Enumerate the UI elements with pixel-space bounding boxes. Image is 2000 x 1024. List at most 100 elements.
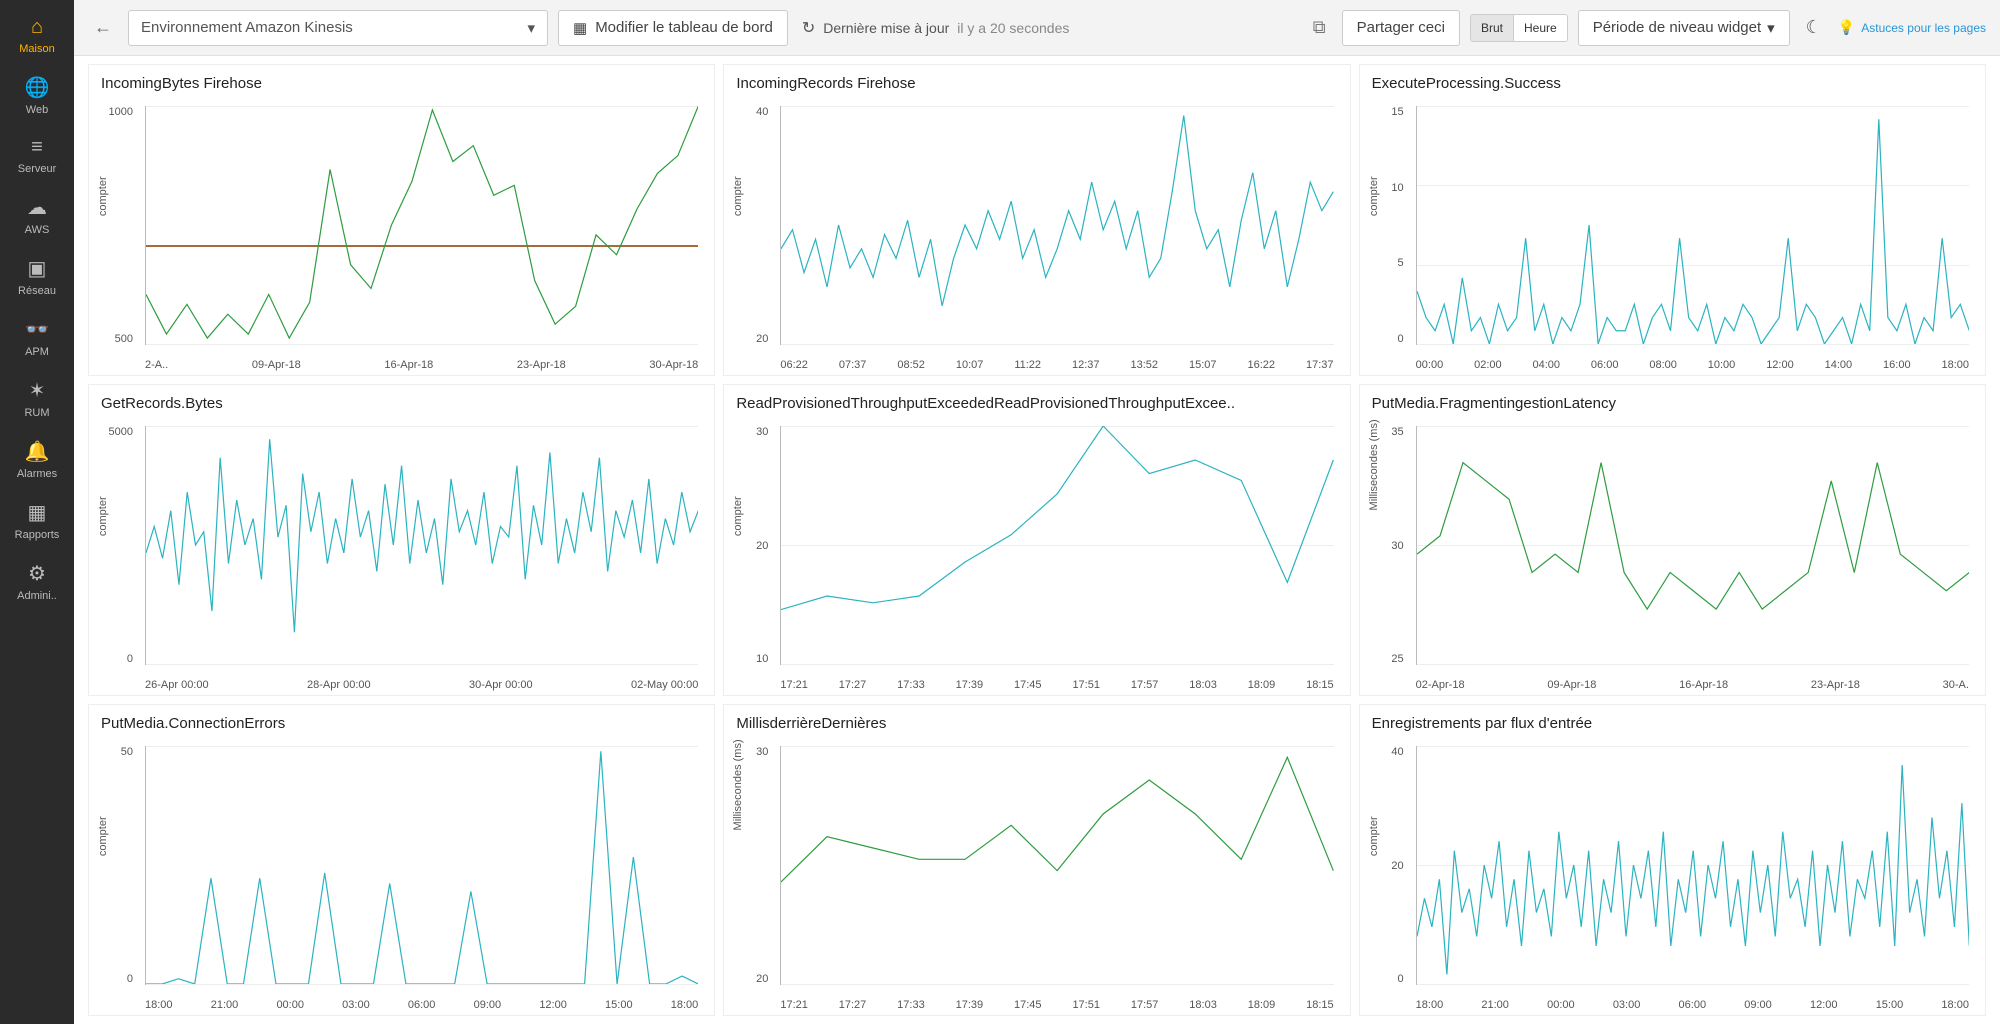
nav-admin[interactable]: ⚙ Admini.. bbox=[0, 551, 74, 612]
plot bbox=[780, 746, 1333, 985]
reports-icon: ▦ bbox=[0, 500, 74, 525]
main: ← Environnement Amazon Kinesis ▾ ▦ Modif… bbox=[74, 0, 2000, 1024]
nav-label: Rapports bbox=[15, 529, 60, 541]
plot bbox=[1416, 746, 1969, 985]
chart-area: compter10005002-A..09-Apr-1816-Apr-1823-… bbox=[89, 96, 714, 375]
period-label: Période de niveau widget bbox=[1593, 19, 1761, 36]
series-svg bbox=[1417, 746, 1969, 984]
environment-label: Environnement Amazon Kinesis bbox=[141, 19, 353, 36]
x-ticks: 02-Apr-1809-Apr-1816-Apr-1823-Apr-1830-A… bbox=[1416, 679, 1969, 691]
chart-area: compter402006:2207:3708:5210:0711:2212:3… bbox=[724, 96, 1349, 375]
sidebar: ⌂Maison 🌐Web ≡Serveur ☁AWS ▣Réseau 👓APM … bbox=[0, 0, 74, 1024]
x-ticks: 18:0021:0000:0003:0006:0009:0012:0015:00… bbox=[145, 999, 698, 1011]
y-ticks: 3020 bbox=[724, 746, 772, 985]
nav-server[interactable]: ≡Serveur bbox=[0, 126, 74, 185]
widget-title: PutMedia.FragmentingestionLatency bbox=[1360, 385, 1985, 416]
aws-icon: ☁ bbox=[0, 195, 74, 220]
plot bbox=[780, 426, 1333, 665]
y-ticks: 50000 bbox=[89, 426, 137, 665]
hint-label: Astuces pour les pages bbox=[1861, 21, 1986, 35]
raw-button[interactable]: Brut bbox=[1471, 15, 1514, 41]
plot bbox=[1416, 426, 1969, 665]
chart-area: compter50018:0021:0000:0003:0006:0009:00… bbox=[89, 736, 714, 1015]
topbar: ← Environnement Amazon Kinesis ▾ ▦ Modif… bbox=[74, 0, 2000, 56]
nav-label: AWS bbox=[25, 224, 50, 236]
globe-icon: 🌐 bbox=[0, 75, 74, 100]
series-svg bbox=[1417, 426, 1969, 664]
x-ticks: 26-Apr 00:0028-Apr 00:0030-Apr 00:0002-M… bbox=[145, 679, 698, 691]
share-button[interactable]: Partager ceci bbox=[1342, 10, 1460, 46]
y-ticks: 40200 bbox=[1360, 746, 1408, 985]
y-ticks: 353025 bbox=[1360, 426, 1408, 665]
nav-alarms[interactable]: 🔔Alarmes bbox=[0, 429, 74, 490]
plot bbox=[1416, 106, 1969, 345]
nav-label: RUM bbox=[24, 407, 49, 419]
refresh-label: Dernière mise à jour bbox=[823, 20, 949, 36]
nav-label: Réseau bbox=[18, 285, 56, 297]
nav-home[interactable]: ⌂Maison bbox=[0, 6, 74, 65]
chart-area: compter30201017:2117:2717:3317:3917:4517… bbox=[724, 416, 1349, 695]
series-svg bbox=[781, 426, 1333, 664]
back-button[interactable]: ← bbox=[88, 13, 118, 42]
chart-widget[interactable]: ReadProvisionedThroughputExceededReadPro… bbox=[723, 384, 1350, 696]
dark-mode-icon[interactable]: ☾ bbox=[1800, 17, 1828, 38]
nav-web[interactable]: 🌐 Web bbox=[0, 65, 74, 126]
modify-dashboard-button[interactable]: ▦ Modifier le tableau de bord bbox=[558, 10, 788, 46]
chart-widget[interactable]: ExecuteProcessing.Successcompter15105000… bbox=[1359, 64, 1986, 376]
chart-widget[interactable]: PutMedia.FragmentingestionLatencyMillise… bbox=[1359, 384, 1986, 696]
series-svg bbox=[146, 426, 698, 664]
plot bbox=[145, 426, 698, 665]
x-ticks: 06:2207:3708:5210:0711:2212:3713:5215:07… bbox=[780, 359, 1333, 371]
share-label: Partager ceci bbox=[1357, 19, 1445, 36]
widget-period-select[interactable]: Période de niveau widget ▾ bbox=[1578, 10, 1790, 46]
y-ticks: 1000500 bbox=[89, 106, 137, 345]
chart-area: compter4020018:0021:0000:0003:0006:0009:… bbox=[1360, 736, 1985, 1015]
chart-widget[interactable]: IncomingRecords Firehosecompter402006:22… bbox=[723, 64, 1350, 376]
widget-title: PutMedia.ConnectionErrors bbox=[89, 705, 714, 736]
environment-select[interactable]: Environnement Amazon Kinesis ▾ bbox=[128, 10, 548, 46]
chevron-down-icon: ▾ bbox=[1767, 19, 1775, 37]
widget-title: IncomingBytes Firehose bbox=[89, 65, 714, 96]
chart-widget[interactable]: Enregistrements par flux d'entréecompter… bbox=[1359, 704, 1986, 1016]
series-svg bbox=[146, 106, 698, 344]
network-icon: ▣ bbox=[0, 256, 74, 281]
nav-rum[interactable]: ✶RUM bbox=[0, 368, 74, 429]
lightbulb-icon: 💡 bbox=[1838, 19, 1855, 36]
nav-label: APM bbox=[25, 346, 49, 358]
nav-reports[interactable]: ▦ Rapports bbox=[0, 490, 74, 551]
chart-area: compter15105000:0002:0004:0006:0008:0010… bbox=[1360, 96, 1985, 375]
y-ticks: 4020 bbox=[724, 106, 772, 345]
nav-apm[interactable]: 👓APM bbox=[0, 307, 74, 368]
y-ticks: 151050 bbox=[1360, 106, 1408, 345]
chart-widget[interactable]: IncomingBytes Firehosecompter10005002-A.… bbox=[88, 64, 715, 376]
x-ticks: 2-A..09-Apr-1816-Apr-1823-Apr-1830-Apr-1… bbox=[145, 359, 698, 371]
dashboard-grid: IncomingBytes Firehosecompter10005002-A.… bbox=[74, 56, 2000, 1024]
chart-widget[interactable]: MillisderrièreDernièresMillisecondes (ms… bbox=[723, 704, 1350, 1016]
nav-aws[interactable]: ☁ AWS bbox=[0, 185, 74, 246]
gear-icon: ⚙ bbox=[0, 561, 74, 586]
hour-button[interactable]: Heure bbox=[1514, 15, 1567, 41]
refresh-status: ↻ Dernière mise à jour il y a 20 seconde… bbox=[802, 18, 1070, 38]
widget-title: ReadProvisionedThroughputExceededReadPro… bbox=[724, 385, 1349, 416]
plot bbox=[145, 746, 698, 985]
refresh-time: il y a 20 secondes bbox=[957, 20, 1069, 36]
nav-label: Web bbox=[26, 104, 48, 116]
chart-widget[interactable]: GetRecords.Bytescompter5000026-Apr 00:00… bbox=[88, 384, 715, 696]
nav-label: Serveur bbox=[18, 163, 57, 175]
nav-label: Maison bbox=[19, 43, 54, 55]
chart-area: Millisecondes (ms)302017:2117:2717:3317:… bbox=[724, 736, 1349, 1015]
chart-widget[interactable]: PutMedia.ConnectionErrorscompter50018:00… bbox=[88, 704, 715, 1016]
nav-network[interactable]: ▣ Réseau bbox=[0, 246, 74, 307]
modify-label: Modifier le tableau de bord bbox=[595, 19, 773, 36]
page-hints-link[interactable]: 💡 Astuces pour les pages bbox=[1838, 19, 1986, 36]
chevron-down-icon: ▾ bbox=[527, 19, 535, 37]
refresh-icon[interactable]: ↻ bbox=[802, 18, 815, 38]
nav-label: Admini.. bbox=[17, 590, 57, 602]
widget-title: ExecuteProcessing.Success bbox=[1360, 65, 1985, 96]
nav-label: Alarmes bbox=[17, 468, 57, 480]
slideshow-icon[interactable]: ⧉ bbox=[1307, 17, 1332, 38]
x-ticks: 18:0021:0000:0003:0006:0009:0012:0015:00… bbox=[1416, 999, 1969, 1011]
series-svg bbox=[781, 746, 1333, 984]
plot bbox=[780, 106, 1333, 345]
time-mode-segment: Brut Heure bbox=[1470, 14, 1568, 42]
